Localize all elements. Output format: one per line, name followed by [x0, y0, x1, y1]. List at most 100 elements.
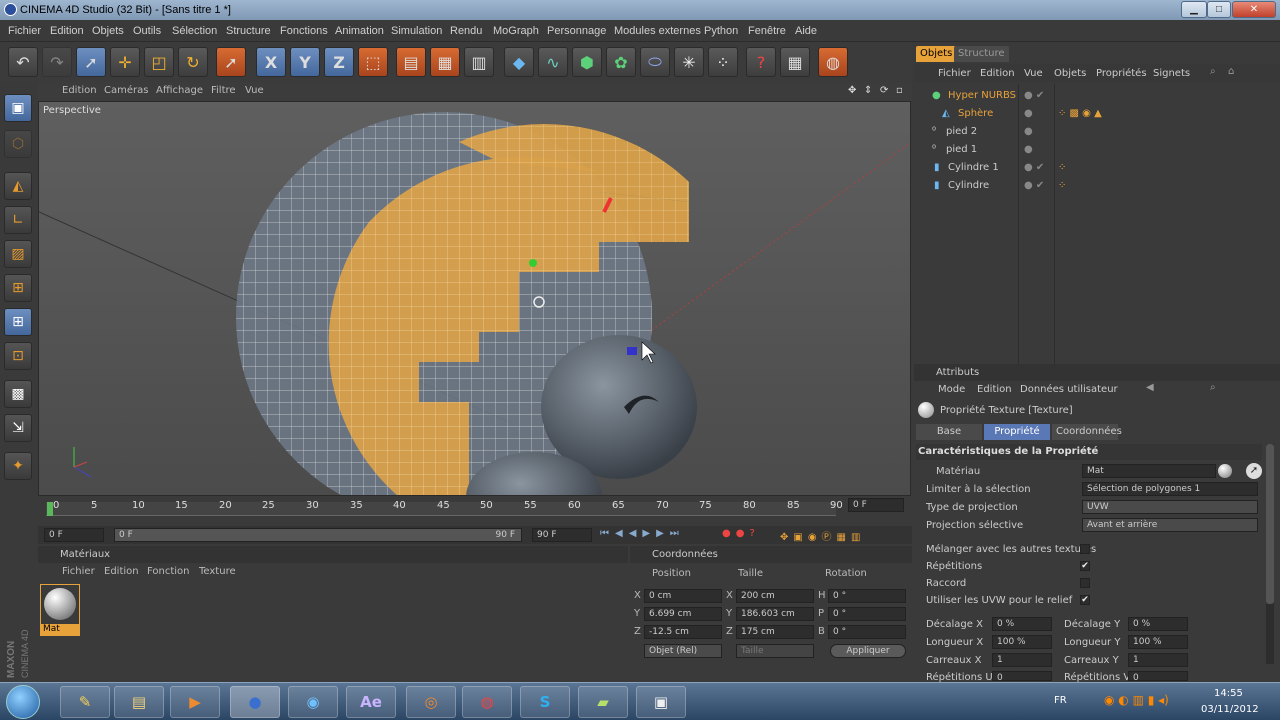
pos-z-field[interactable]: -12.5 cm: [644, 625, 722, 639]
length-x-field[interactable]: 100 %: [992, 635, 1052, 649]
clock-time[interactable]: 14:55: [1214, 688, 1243, 699]
menu-selection[interactable]: Sélection: [172, 25, 217, 37]
menu-fichier[interactable]: Fichier: [8, 25, 41, 37]
objects-menu-fichier[interactable]: Fichier: [938, 68, 971, 79]
rot-h-field[interactable]: 0 °: [828, 589, 906, 603]
cube-icon[interactable]: ◆: [504, 47, 534, 77]
maximize-button[interactable]: □: [1207, 1, 1231, 18]
materials-menu-fichier[interactable]: Fichier: [62, 566, 95, 577]
scale-icon[interactable]: ◰: [144, 47, 174, 77]
restrict-selection-field[interactable]: Sélection de polygones 1: [1082, 482, 1258, 496]
objects-menu-objets[interactable]: Objets: [1054, 68, 1086, 79]
objects-menu-proprietes[interactable]: Propriétés: [1096, 68, 1147, 79]
array-icon[interactable]: ✿: [606, 47, 636, 77]
timeline[interactable]: 0 5 10 15 20 25 30 35 40 45 50 55 60 65 …: [38, 496, 912, 522]
objects-menu-signets[interactable]: Signets: [1153, 68, 1190, 79]
render-picture-icon[interactable]: ▦: [430, 47, 460, 77]
tab-coordonnees[interactable]: Coordonnées: [1052, 424, 1122, 440]
offset-y-field[interactable]: 0 %: [1128, 617, 1188, 631]
offset-x-field[interactable]: 0 %: [992, 617, 1052, 631]
menu-aide[interactable]: Aide: [795, 25, 817, 37]
menu-structure[interactable]: Structure: [226, 25, 271, 37]
edges-mode-icon[interactable]: ⊞: [4, 308, 32, 336]
layout-icon[interactable]: ▦: [780, 47, 810, 77]
size-z-field[interactable]: 175 cm: [736, 625, 814, 639]
materials-menu-texture[interactable]: Texture: [199, 566, 236, 577]
visibility-dots[interactable]: ●: [1024, 144, 1033, 155]
size-y-field[interactable]: 186.603 cm: [736, 607, 814, 621]
scene-icon[interactable]: ✳: [674, 47, 704, 77]
menu-animation[interactable]: Animation: [335, 25, 384, 37]
viewport-menu-edition[interactable]: Edition: [62, 85, 97, 96]
sculpt-icon[interactable]: ✦: [4, 452, 32, 480]
firefox-icon[interactable]: ◎: [406, 686, 456, 718]
tiles-y-field[interactable]: 1: [1128, 653, 1188, 667]
axis-handle-z[interactable]: [627, 347, 637, 355]
nurbs-icon[interactable]: ⬢: [572, 47, 602, 77]
menu-python[interactable]: Python: [704, 25, 738, 37]
objects-menu-vue[interactable]: Vue: [1024, 68, 1043, 79]
pos-y-field[interactable]: 6.699 cm: [644, 607, 722, 621]
materials-menu-fonction[interactable]: Fonction: [147, 566, 190, 577]
3d-viewport[interactable]: Perspective: [38, 101, 911, 496]
menu-personnage[interactable]: Personnage: [547, 25, 606, 37]
menu-objets[interactable]: Objets: [92, 25, 124, 37]
live-select-icon[interactable]: ➚: [216, 47, 246, 77]
menu-edition[interactable]: Edition: [50, 25, 84, 37]
home-icon[interactable]: ⌂: [1228, 66, 1234, 77]
menu-simulation[interactable]: Simulation: [391, 25, 442, 37]
after-effects-icon[interactable]: Ae: [346, 686, 396, 718]
tag-icons[interactable]: ⁘: [1058, 162, 1066, 173]
cinema4d-icon[interactable]: ●: [230, 686, 280, 718]
viewport-menu-vue[interactable]: Vue: [245, 85, 264, 96]
undo-icon[interactable]: ↶: [8, 47, 38, 77]
menu-outils[interactable]: Outils: [133, 25, 161, 37]
globe-icon[interactable]: ◍: [818, 47, 848, 77]
minimize-button[interactable]: ▁: [1181, 1, 1207, 18]
menu-mograph[interactable]: MoGraph: [493, 25, 539, 37]
model-mode-icon[interactable]: ◭: [4, 172, 32, 200]
use-uvw-bump-checkbox[interactable]: ✔: [1080, 595, 1090, 605]
frame-range-slider[interactable]: 0 F 90 F: [114, 528, 522, 542]
pick-material-icon[interactable]: ➚: [1246, 463, 1262, 479]
tray-icons[interactable]: ◉ ◐ ▥ ▮ ◂): [1104, 693, 1169, 707]
make-editable-icon[interactable]: ⬡: [4, 130, 32, 158]
attributes-scrollbar[interactable]: [1266, 444, 1274, 664]
playback-controls[interactable]: ⏮◀◀▶▶⏭: [600, 528, 712, 542]
object-row[interactable]: ⁰ pied 2 ●: [914, 126, 1280, 143]
help-icon[interactable]: ?: [746, 47, 776, 77]
pos-x-field[interactable]: 0 cm: [644, 589, 722, 603]
z-axis-icon[interactable]: Z: [324, 47, 354, 77]
viewport-move-icon[interactable]: ✥: [848, 85, 856, 96]
seamless-checkbox[interactable]: [1080, 578, 1090, 588]
view-mode-icon[interactable]: ▣: [4, 94, 32, 122]
rot-p-field[interactable]: 0 °: [828, 607, 906, 621]
selective-projection-dropdown[interactable]: Avant et arrière: [1082, 518, 1258, 532]
current-frame-field[interactable]: 0 F: [848, 498, 904, 512]
viewport-rotate-icon[interactable]: ⟳: [880, 85, 888, 96]
material-field[interactable]: Mat: [1082, 464, 1216, 478]
skype-icon[interactable]: S: [520, 686, 570, 718]
points-mode-icon[interactable]: ⊞: [4, 274, 32, 302]
max-frame-field[interactable]: 90 F: [532, 528, 592, 542]
viewport-menu-filtre[interactable]: Filtre: [211, 85, 236, 96]
tag-icons[interactable]: ⁘ ▩ ◉ ▲: [1058, 108, 1102, 119]
keyframe-controls[interactable]: ✥▣◉Ⓟ▦▥: [780, 528, 910, 543]
viewport-zoom-icon[interactable]: ⇕: [864, 85, 872, 96]
repeat-v-field[interactable]: 0: [1128, 671, 1188, 683]
texture-mode-icon[interactable]: ∟: [4, 206, 32, 234]
coordinate-mode-dropdown[interactable]: Objet (Rel): [644, 644, 722, 658]
length-y-field[interactable]: 100 %: [1128, 635, 1188, 649]
mix-textures-checkbox[interactable]: [1080, 544, 1090, 554]
object-row[interactable]: ▮ Cylindre 1 ● ✔ ⁘: [914, 162, 1280, 179]
apply-button[interactable]: Appliquer: [830, 644, 906, 658]
viewport-menu-affichage[interactable]: Affichage: [156, 85, 203, 96]
tab-base[interactable]: Base: [916, 424, 982, 440]
checker-icon[interactable]: ▩: [4, 380, 32, 408]
redo-icon[interactable]: ↷: [42, 47, 72, 77]
material-preview-icon[interactable]: [1218, 464, 1232, 478]
start-frame-field[interactable]: 0 F: [44, 528, 104, 542]
attributes-menu-edition[interactable]: Edition: [977, 384, 1012, 395]
object-row[interactable]: ⁰ pied 1 ●: [914, 144, 1280, 161]
visibility-dots[interactable]: ● ✔: [1024, 162, 1044, 173]
